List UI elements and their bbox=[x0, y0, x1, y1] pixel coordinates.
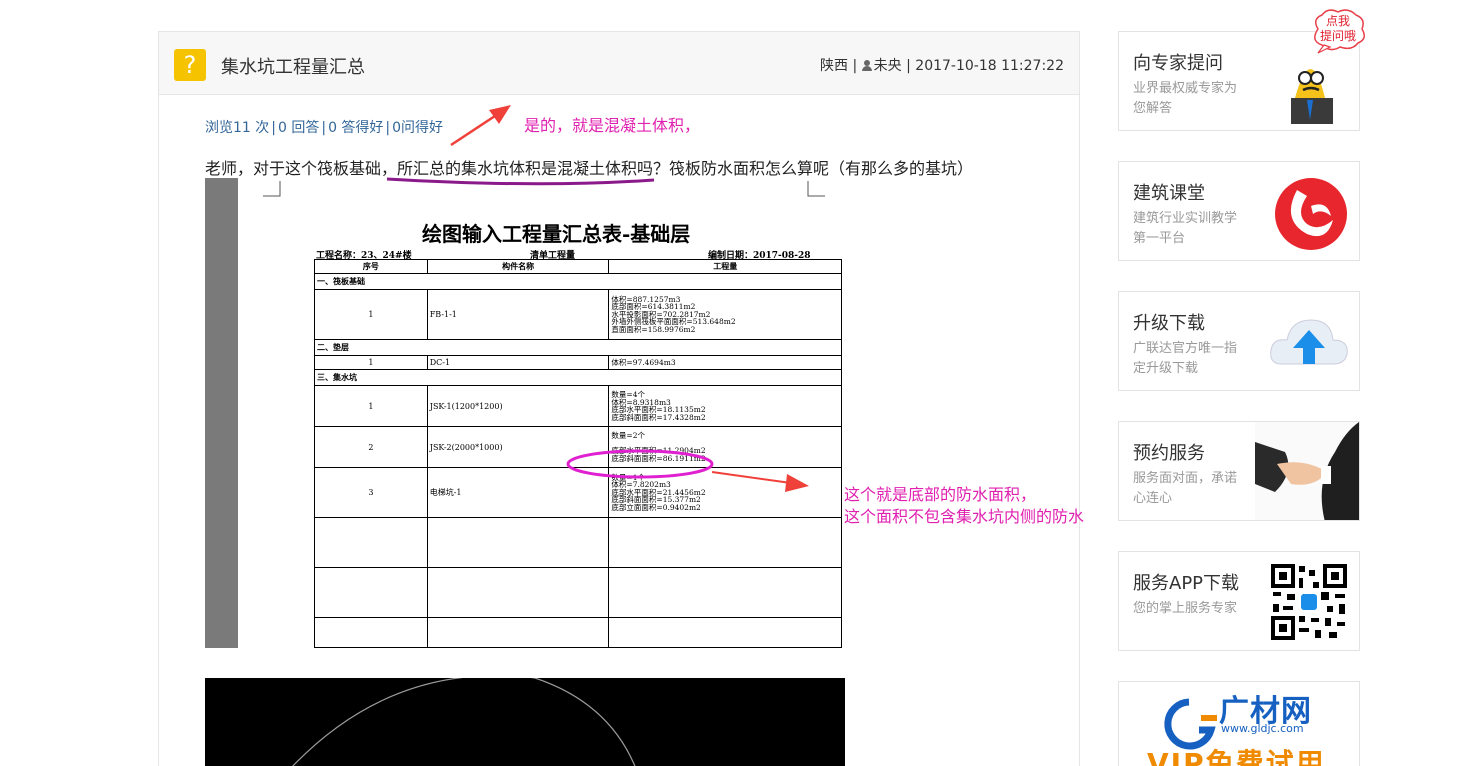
ad-url: www.gldjc.com bbox=[1221, 722, 1304, 735]
table-row: 3 电梯坑-1 数量=1个 体积=7.8202m3 底部水平面积=21.4456… bbox=[314, 467, 842, 518]
empty-row bbox=[314, 517, 842, 568]
question-panel: ? 集水坑工程量汇总 陕西 | 未央 | 2017-10-18 11:27:22… bbox=[158, 31, 1084, 766]
column-header: 工程量 bbox=[608, 259, 842, 274]
question-image[interactable]: 绘图输入工程量汇总表-基础层 工程名称：23、24#楼 清单工程量 编制日期：2… bbox=[205, 178, 845, 766]
sidebar-card-booking[interactable]: 预约服务 服务面对面，承诺心连心 bbox=[1118, 421, 1360, 521]
user-link[interactable]: 未央 bbox=[874, 58, 902, 74]
column-header: 构件名称 bbox=[426, 259, 610, 274]
card-desc: 服务面对面，承诺心连心 bbox=[1133, 471, 1238, 506]
column-header: 序号 bbox=[314, 259, 428, 274]
table-row: 2 JSK-2(2000*1000) 数量=2个 底部水平面积=11.2904m… bbox=[314, 426, 842, 468]
card-desc: 您的掌上服务专家 bbox=[1133, 601, 1238, 616]
annotation-arrow-top bbox=[450, 110, 502, 147]
crop-marks bbox=[263, 181, 825, 197]
cloud-upload-icon bbox=[1270, 319, 1348, 365]
annotation-right: 这个就是底部的防水面积， 这个面积不包含集水坑内侧的防水 bbox=[844, 485, 1085, 526]
user-icon bbox=[861, 60, 872, 71]
good-questions-count: 0问得好 bbox=[392, 120, 444, 136]
empty-row bbox=[314, 567, 842, 618]
sidebar-ad-banner[interactable]: 广材网 www.gldjc.com VIP免费试用 bbox=[1118, 681, 1360, 766]
section-row: 一、筏板基础 bbox=[314, 273, 842, 290]
image-dark-strip: 14711141719222527283032333537 bbox=[205, 678, 845, 766]
answers-count[interactable]: 0 回答 bbox=[278, 120, 319, 136]
table-row: 1 DC-1 体积=97.4694m3 bbox=[314, 355, 842, 370]
qr-code-icon[interactable] bbox=[1267, 560, 1351, 644]
question-stats: 浏览11 次 | 0 回答 | 0 答得好 | 0问得好 bbox=[205, 120, 444, 136]
section-row: 二、垫层 bbox=[314, 339, 842, 356]
question-mark-icon: ? bbox=[174, 49, 206, 81]
card-desc: 广联达官方唯一指定升级下载 bbox=[1133, 341, 1238, 376]
card-title: 服务APP下载 bbox=[1133, 573, 1240, 594]
section-row: 三、集水坑 bbox=[314, 369, 842, 386]
card-title: 预约服务 bbox=[1133, 443, 1205, 464]
question-title: 集水坑工程量汇总 bbox=[221, 57, 365, 78]
page: ? 集水坑工程量汇总 陕西 | 未央 | 2017-10-18 11:27:22… bbox=[0, 0, 1474, 766]
sidebar-card-classroom[interactable]: 建筑课堂 建筑行业实训教学第一平台 bbox=[1118, 161, 1360, 261]
card-title: 建筑课堂 bbox=[1133, 183, 1205, 204]
question-header: ? 集水坑工程量汇总 陕西 | 未央 | 2017-10-18 11:27:22 bbox=[159, 32, 1079, 95]
table-header-row: 序号 构件名称 工程量 bbox=[314, 259, 842, 274]
report-paper: 绘图输入工程量汇总表-基础层 工程名称：23、24#楼 清单工程量 编制日期：2… bbox=[238, 178, 845, 648]
image-gray-margin bbox=[205, 178, 238, 648]
ad-promo: VIP免费试用 bbox=[1147, 747, 1326, 766]
report-title: 绘图输入工程量汇总表-基础层 bbox=[422, 222, 691, 246]
ask-bubble-text: 点我 提问哦 bbox=[1319, 14, 1356, 43]
annotation-top: 是的，就是混凝土体积， bbox=[524, 116, 701, 135]
card-desc: 建筑行业实训教学第一平台 bbox=[1133, 211, 1238, 246]
sidebar-card-app[interactable]: 服务APP下载 您的掌上服务专家 bbox=[1118, 551, 1360, 651]
dark-arc bbox=[292, 678, 636, 766]
question-body: 老师，对于这个筏板基础，所汇总的集水坑体积是混凝土体积吗？筏板防水面积怎么算呢（… bbox=[205, 159, 974, 178]
handshake-icon bbox=[1255, 422, 1359, 520]
classroom-logo-icon bbox=[1275, 178, 1347, 250]
region-link[interactable]: 陕西 bbox=[820, 58, 848, 74]
annotation-arrowhead-top bbox=[489, 105, 511, 124]
question-meta: 陕西 | 未央 | 2017-10-18 11:27:22 bbox=[820, 58, 1064, 74]
empty-row bbox=[314, 617, 842, 648]
table-row: 1 FB-1-1 体积=887.1257m3 底部面积=614.3811m2 水… bbox=[314, 289, 842, 340]
views-count: 浏览11 次 bbox=[205, 120, 270, 136]
good-answers-count: 0 答得好 bbox=[328, 120, 384, 136]
sidebar-card-upgrade[interactable]: 升级下载 广联达官方唯一指定升级下载 bbox=[1118, 291, 1360, 391]
question-datetime: 2017-10-18 11:27:22 bbox=[915, 58, 1064, 74]
card-desc: 业界最权威专家为您解答 bbox=[1133, 81, 1238, 116]
card-title: 向专家提问 bbox=[1133, 53, 1223, 74]
ask-bubble[interactable]: 点我 提问哦 bbox=[1310, 9, 1366, 54]
card-title: 升级下载 bbox=[1133, 313, 1205, 334]
table-row: 1 JSK-1(1200*1200) 数量=4个 体积=8.9318m3 底部水… bbox=[314, 385, 842, 427]
quantity-table: 序号 构件名称 工程量 一、筏板基础 1 FB-1-1 体积=887.1257m… bbox=[314, 259, 842, 648]
